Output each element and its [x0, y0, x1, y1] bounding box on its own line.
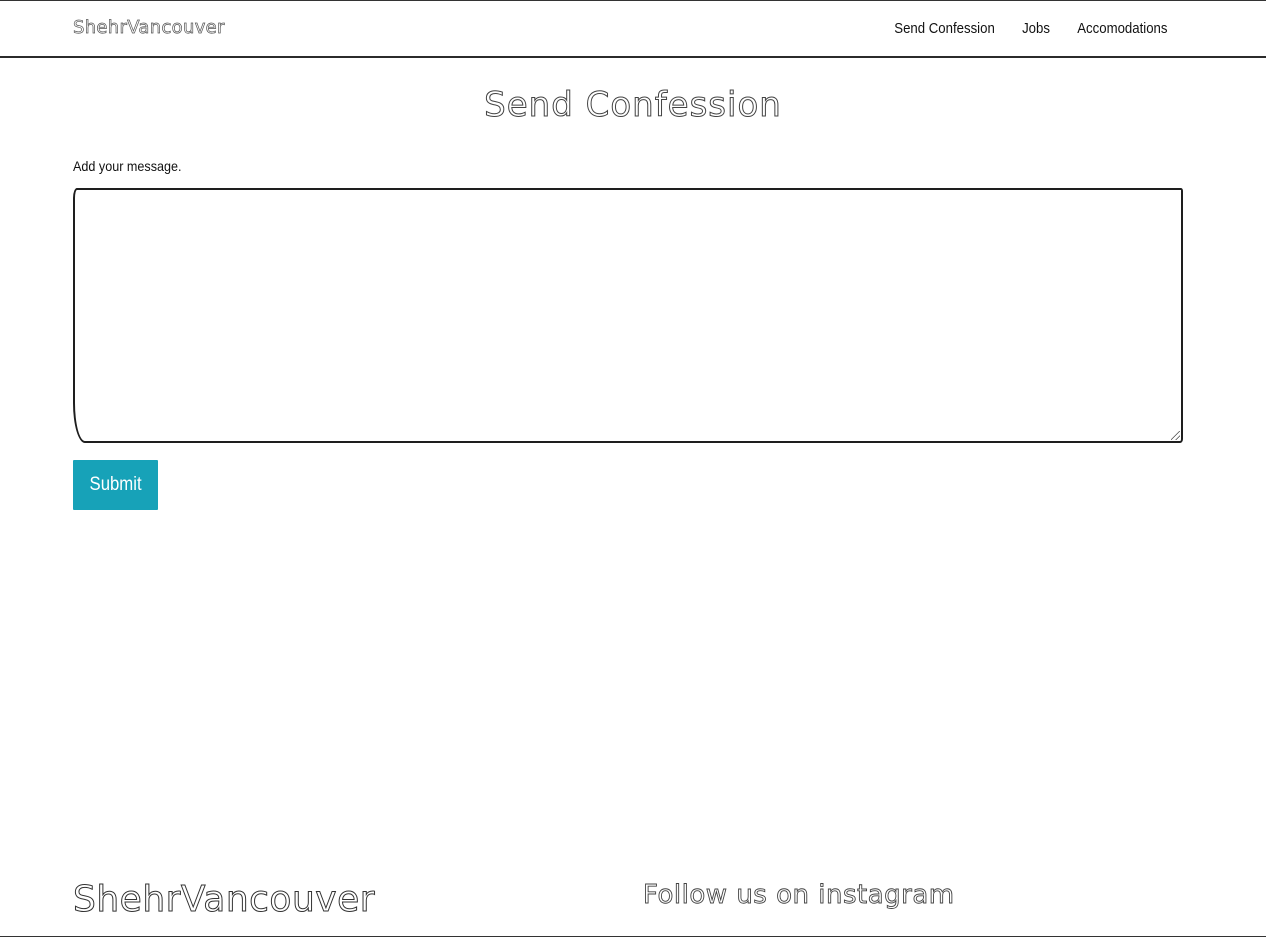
- message-textarea[interactable]: [73, 188, 1183, 443]
- submit-button[interactable]: Submit: [73, 460, 158, 510]
- nav-link-accomodations[interactable]: Accomodations: [1077, 20, 1167, 37]
- submit-button-label: Submit: [89, 474, 142, 495]
- page: ShehrVancouver Send Confession Jobs Acco…: [0, 0, 1266, 937]
- resize-handle-icon[interactable]: [1171, 431, 1180, 440]
- nav-link-jobs[interactable]: Jobs: [1022, 20, 1050, 37]
- nav-links: Send Confession Jobs Accomodations: [894, 20, 1167, 37]
- footer-brand: ShehrVancouver: [72, 879, 376, 921]
- footer-follow-instagram: Follow us on instagram: [643, 880, 955, 911]
- message-label: Add your message.: [73, 158, 182, 174]
- navbar-brand-link[interactable]: ShehrVancouver: [73, 17, 225, 39]
- top-navbar: ShehrVancouver Send Confession Jobs Acco…: [0, 1, 1266, 58]
- page-title: Send Confession: [484, 85, 782, 126]
- nav-link-send-confession[interactable]: Send Confession: [894, 20, 995, 37]
